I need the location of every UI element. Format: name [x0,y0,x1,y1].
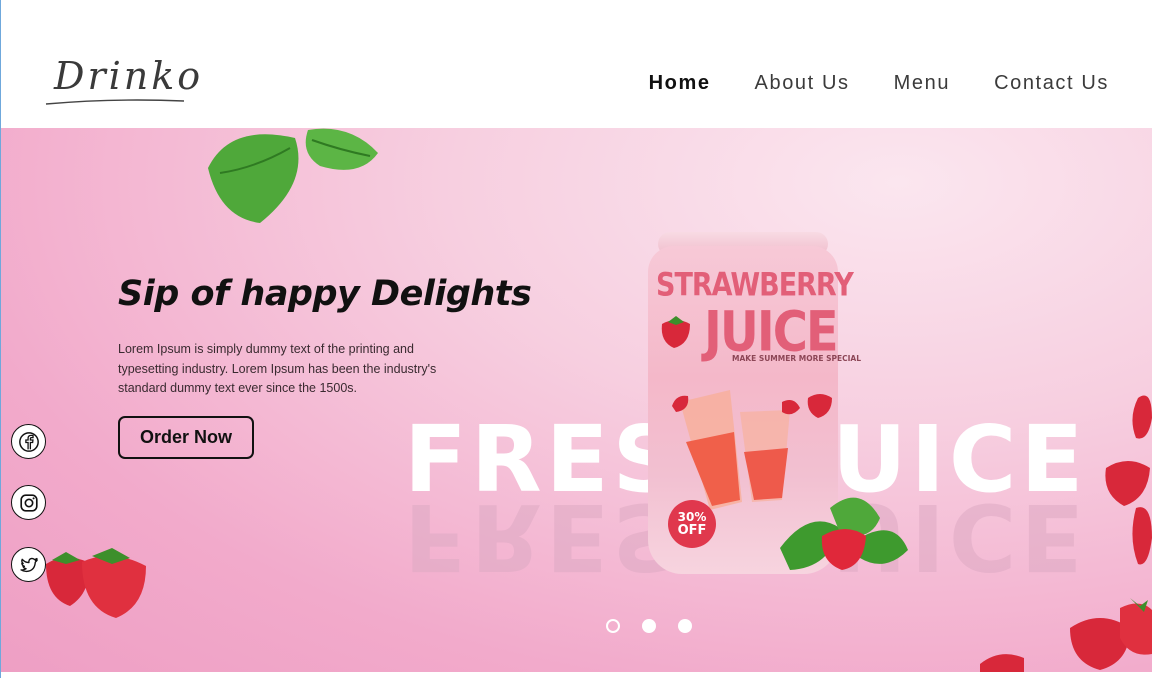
facebook-icon [18,431,39,452]
discount-badge-off: OFF [677,523,707,538]
nav-contact-us[interactable]: Contact Us [994,72,1109,95]
carousel-dots [606,619,692,633]
instagram-icon [19,493,38,512]
strawberry-leaves-icon [208,128,378,223]
logo-underline-icon [45,99,185,105]
can-title-line1: STRAWBERRY [656,266,854,305]
page-bottom-strip [0,672,1152,678]
logo[interactable]: Drinko [44,52,200,112]
twitter-link[interactable] [11,547,46,582]
order-now-button[interactable]: Order Now [118,416,254,459]
nav-about-us[interactable]: About Us [755,72,850,95]
twitter-icon [19,557,38,572]
strawberry-icon [661,316,690,348]
frame-border-left [0,0,1,678]
nav-home[interactable]: Home [649,72,711,95]
strawberry-leaves-icon [780,497,908,570]
site-header: Drinko Home About Us Menu Contact Us [0,0,1152,128]
logo-text: Drinko [54,54,204,98]
carousel-dot-2[interactable] [642,619,656,633]
carousel-dot-3[interactable] [678,619,692,633]
strawberries-icon [980,598,1152,672]
hero-banner: Sip of happy Delights Lorem Ipsum is sim… [0,128,1152,672]
carousel-dot-1[interactable] [606,619,620,633]
strawberry-icon [807,394,832,418]
facebook-link[interactable] [11,424,46,459]
hero-headline: Sip of happy Delights [118,274,532,314]
main-nav: Home About Us Menu Contact Us [649,72,1109,95]
big-word-left-reflection: FRES [404,483,683,590]
hero-description: Lorem Ipsum is simply dummy text of the … [118,342,437,395]
nav-menu[interactable]: Menu [894,72,950,95]
discount-badge: 30% OFF [668,500,716,548]
can-tagline: MAKE SUMMER MORE SPECIAL [732,354,861,363]
instagram-link[interactable] [11,485,46,520]
strawberries-icon [46,548,146,618]
